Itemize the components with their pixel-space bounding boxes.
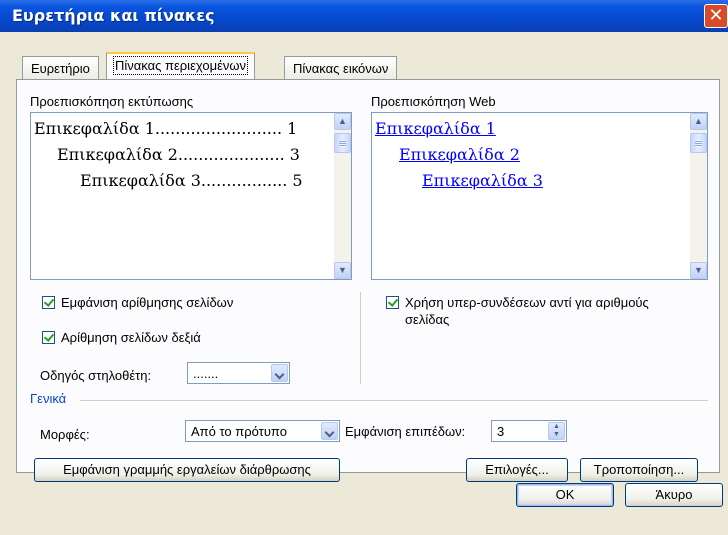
spin-buttons[interactable]: ▲ ▼	[548, 422, 565, 440]
web-link-1[interactable]: Επικεφαλίδα 1	[375, 119, 496, 138]
title-bar: Ευρετήρια και πίνακες ✕	[0, 0, 728, 32]
show-levels-value: 3	[497, 424, 505, 439]
web-scroll-up-button[interactable]: ▲	[690, 113, 707, 130]
chevron-down-icon[interactable]	[321, 422, 338, 440]
modify-button[interactable]: Τροποποίηση...	[580, 458, 698, 482]
chevron-up-icon: ▲	[694, 116, 703, 126]
show-levels-label: Εμφάνιση επιπέδων:	[345, 424, 466, 439]
chevron-down-icon[interactable]	[271, 364, 288, 382]
formats-value: Από το πρότυπο	[191, 424, 287, 439]
show-page-numbers-label[interactable]: Εμφάνιση αρίθμησης σελίδων	[61, 295, 233, 310]
show-levels-spinner[interactable]: 3 ▲ ▼	[491, 420, 567, 442]
chevron-down-icon: ▼	[694, 265, 703, 275]
window-title: Ευρετήρια και πίνακες	[12, 6, 215, 25]
right-align-page-numbers-checkbox[interactable]	[42, 331, 55, 344]
chevron-up-icon: ▲	[338, 116, 347, 126]
web-scroll-down-button[interactable]: ▼	[690, 262, 707, 279]
web-scroll-thumb[interactable]	[690, 133, 707, 153]
toc-line-1: Επικεφαλίδα 1......................... 1	[34, 119, 298, 138]
general-group-legend: Γενικά	[30, 391, 67, 406]
use-hyperlinks-checkbox[interactable]	[386, 296, 399, 309]
close-icon: ✕	[708, 5, 724, 25]
tab-index-label: Ευρετήριο	[31, 61, 90, 76]
options-button[interactable]: Επιλογές...	[466, 458, 568, 482]
print-preview-label: Προεπισκόπηση εκτύπωσης	[30, 94, 194, 109]
right-align-page-numbers-label[interactable]: Αρίθμηση σελίδων δεξιά	[61, 330, 201, 345]
column-separator	[360, 292, 361, 384]
web-preview-scrollbar[interactable]: ▲ ▼	[690, 113, 707, 279]
tab-table-of-figures[interactable]: Πίνακας εικόνων	[284, 56, 398, 80]
use-hyperlinks-label-line2[interactable]: σελίδας	[405, 312, 449, 327]
tab-table-of-contents[interactable]: Πίνακας περιεχομένων	[106, 52, 256, 80]
use-hyperlinks-label-line1[interactable]: Χρήση υπερ-συνδέσεων αντί για αριθμούς	[405, 295, 649, 310]
close-button[interactable]: ✕	[704, 4, 728, 28]
chevron-down-icon: ▼	[338, 265, 347, 275]
show-page-numbers-checkbox[interactable]	[42, 296, 55, 309]
toc-line-2: Επικεφαλίδα 2..................... 3	[57, 145, 300, 164]
ok-button[interactable]: OK	[516, 483, 614, 507]
formats-label: Μορφές:	[40, 427, 90, 442]
web-link-3[interactable]: Επικεφαλίδα 3	[422, 171, 543, 190]
formats-select[interactable]: Από το πρότυπο	[185, 420, 340, 442]
tab-leader-select[interactable]: .......	[187, 362, 290, 384]
tab-leader-label: Οδηγός στηλοθέτη:	[40, 368, 152, 383]
print-preview-box[interactable]: Επικεφαλίδα 1......................... 1…	[30, 112, 352, 280]
toc-line-3: Επικεφαλίδα 3................. 5	[80, 171, 303, 190]
general-group-divider	[80, 400, 708, 401]
web-preview-box[interactable]: Επικεφαλίδα 1 Επικεφαλίδα 2 Επικεφαλίδα …	[371, 112, 708, 280]
web-preview-label: Προεπισκόπηση Web	[371, 94, 496, 109]
scroll-down-button[interactable]: ▼	[334, 262, 351, 279]
spin-up-icon[interactable]: ▲	[553, 423, 560, 430]
cancel-button[interactable]: Άκυρο	[625, 483, 723, 507]
web-link-2[interactable]: Επικεφαλίδα 2	[399, 145, 520, 164]
scroll-thumb[interactable]	[334, 133, 351, 153]
tab-leader-value: .......	[193, 366, 219, 381]
tab-index[interactable]: Ευρετήριο	[22, 56, 99, 80]
spin-down-icon[interactable]: ▼	[553, 431, 560, 438]
tab-table-of-contents-label: Πίνακας περιεχομένων	[112, 56, 249, 75]
scroll-up-button[interactable]: ▲	[334, 113, 351, 130]
show-outlining-toolbar-button[interactable]: Εμφάνιση γραμμής εργαλείων διάρθρωσης	[34, 458, 340, 482]
print-preview-scrollbar[interactable]: ▲ ▼	[334, 113, 351, 279]
tab-table-of-figures-label: Πίνακας εικόνων	[293, 61, 389, 76]
